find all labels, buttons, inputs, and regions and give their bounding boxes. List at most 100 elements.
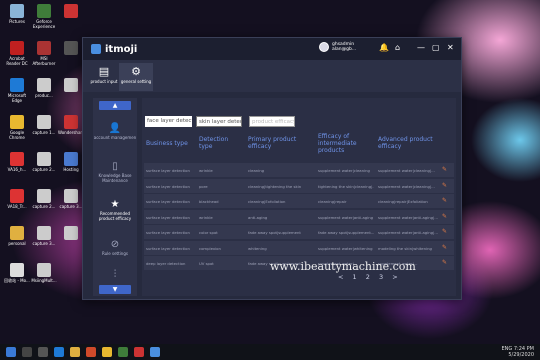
sidebar-item-knowledge-base[interactable]: ▯ Knowledge Base Maintenance: [93, 160, 137, 183]
home-icon[interactable]: ⌂: [395, 43, 400, 53]
edit-icon[interactable]: ✎: [442, 259, 447, 267]
efficacy-filter[interactable]: product efficacy: [249, 116, 295, 127]
app-icon[interactable]: [134, 347, 144, 357]
desktop-icon-image: [64, 78, 78, 92]
desktop-icon[interactable]: capture 2...: [31, 152, 57, 172]
start-icon[interactable]: [6, 347, 16, 357]
desktop-icon[interactable]: Pictures: [4, 4, 30, 24]
desktop-icon-label: personal: [8, 241, 26, 246]
sidebar-item-rule-settings[interactable]: ⊘ Rule settings: [93, 238, 137, 256]
edit-icon[interactable]: ✎: [442, 182, 447, 190]
page-1[interactable]: 1: [353, 273, 357, 281]
desktop-icon-label: 回收站 - Mo...: [4, 278, 30, 283]
desktop-icon[interactable]: capture 1...: [31, 115, 57, 135]
scroll-up-button[interactable]: ▲: [99, 101, 131, 110]
edit-icon[interactable]: ✎: [442, 228, 447, 236]
toolbar: ▤ product input ⚙ general setting: [83, 60, 461, 92]
desktop-icon-label: capture 2...: [32, 167, 56, 172]
office-icon[interactable]: [86, 347, 96, 357]
table-cell: wrinkle: [199, 214, 213, 220]
edit-icon[interactable]: ✎: [442, 197, 447, 205]
desktop-icon[interactable]: produc...: [31, 78, 57, 98]
prev-page-button[interactable]: <: [338, 273, 343, 281]
tool-product-input[interactable]: ▤ product input: [87, 63, 121, 91]
close-button[interactable]: ✕: [447, 43, 454, 53]
sliders-icon: ⫶: [113, 269, 117, 280]
desktop-icon[interactable]: [58, 41, 84, 56]
scroll-down-button[interactable]: ▼: [99, 285, 131, 294]
detection-type-filter[interactable]: skin layer detecti: [196, 116, 242, 127]
table-row[interactable]: surface layer detection wrinkle cleaning su…: [144, 163, 454, 178]
desktop-icon[interactable]: MsiingMult...: [31, 263, 57, 283]
desktop-icon[interactable]: personal: [4, 226, 30, 246]
bitmoji-taskbar-icon[interactable]: [150, 347, 160, 357]
desktop-icon[interactable]: Hosting: [58, 152, 84, 172]
header-detection-type: Detection type: [199, 136, 229, 150]
next-page-button[interactable]: >: [392, 273, 397, 281]
desktop-icon[interactable]: MSI Afterburner: [31, 41, 57, 66]
desktop-icon[interactable]: capture 3...: [31, 226, 57, 246]
desktop-icon[interactable]: capture 3...: [58, 189, 84, 209]
desktop-icon[interactable]: [58, 4, 84, 19]
user-area[interactable]: ghsadmin alan@gb...: [319, 42, 356, 52]
desktop-icon[interactable]: Microsoft Edge: [4, 78, 30, 103]
table-row[interactable]: surface layer detection complexion whiteni…: [144, 240, 454, 256]
chrome-icon[interactable]: [102, 347, 112, 357]
tool-label: general setting: [120, 79, 152, 84]
desktop-icon-label: Geforce Experience: [32, 19, 56, 29]
desktop-icon-image: [10, 152, 24, 166]
desktop-icon-image: [37, 152, 51, 166]
table-row[interactable]: surface layer detection blackhead cleaning…: [144, 194, 454, 209]
table-cell: pore: [199, 183, 208, 189]
pagination: < 1 2 3 >: [338, 273, 405, 281]
desktop-icon[interactable]: capture 2...: [31, 189, 57, 209]
main-content: face layer detect skin layer detecti pro…: [142, 98, 456, 296]
search-icon[interactable]: [22, 347, 32, 357]
table-row[interactable]: surface layer detection color spot fade aw…: [144, 225, 454, 240]
table-cell: supplement water|anti-aging|...: [378, 214, 438, 220]
edit-icon[interactable]: ✎: [442, 244, 447, 252]
avatar[interactable]: [319, 42, 329, 52]
desktop-icon-image: [37, 4, 51, 18]
desktop-icon[interactable]: [58, 78, 84, 93]
table-row[interactable]: surface layer detection pore cleaning|tigh…: [144, 178, 454, 194]
table-row[interactable]: surface layer detection wrinkle anti-aging…: [144, 209, 454, 225]
desktop-icon-image: [64, 41, 78, 55]
tool-general-setting[interactable]: ⚙ general setting: [119, 63, 153, 91]
table-cell: wrinkle: [199, 168, 213, 173]
desktop-icon[interactable]: Acrobat Reader DC: [4, 41, 30, 66]
table-cell: complexion: [199, 245, 221, 251]
business-type-filter[interactable]: face layer detect: [145, 116, 192, 127]
desktop-icon-image: [37, 78, 51, 92]
bell-icon[interactable]: 🔔: [379, 43, 389, 53]
page-3[interactable]: 3: [379, 273, 383, 281]
geforce-icon[interactable]: [118, 347, 128, 357]
task-view-icon[interactable]: [38, 347, 48, 357]
desktop-icon-label: capture 1...: [32, 130, 56, 135]
page-2[interactable]: 2: [366, 273, 370, 281]
desktop-icon-image: [10, 4, 24, 18]
desktop-icon[interactable]: Google Chrome: [4, 115, 30, 140]
sidebar-item-account[interactable]: 👤 account managemen: [93, 122, 137, 140]
clock-date[interactable]: 5/29/2020: [501, 352, 534, 358]
maximize-button[interactable]: ▢: [432, 43, 440, 53]
desktop-icon[interactable]: VA16_h...: [4, 152, 30, 172]
edit-icon[interactable]: ✎: [442, 213, 447, 221]
sidebar-item-recommended[interactable]: ★ Recommended product efficacy: [93, 198, 137, 221]
header-intermediate-efficacy: Efficacy of intermediate products: [318, 133, 357, 154]
table-cell: UV spot: [199, 261, 214, 266]
edit-icon[interactable]: ✎: [442, 166, 447, 174]
ban-icon: ⊘: [110, 239, 120, 250]
desktop-icon[interactable]: [58, 226, 84, 241]
star-icon: ★: [110, 199, 120, 210]
sidebar-item-sliders[interactable]: ⫶: [93, 268, 137, 281]
desktop-icon[interactable]: 回收站 - Mo...: [4, 263, 30, 283]
desktop-icon[interactable]: Geforce Experience: [31, 4, 57, 29]
minimize-button[interactable]: —: [417, 43, 425, 53]
desktop-icon[interactable]: VA18_Tr...: [4, 189, 30, 209]
edge-icon[interactable]: [54, 347, 64, 357]
explorer-icon[interactable]: [70, 347, 80, 357]
table-cell: surface layer detection: [146, 214, 190, 220]
table-cell: cleaning: [248, 168, 265, 173]
desktop-icon[interactable]: Wondershare...: [58, 115, 88, 135]
